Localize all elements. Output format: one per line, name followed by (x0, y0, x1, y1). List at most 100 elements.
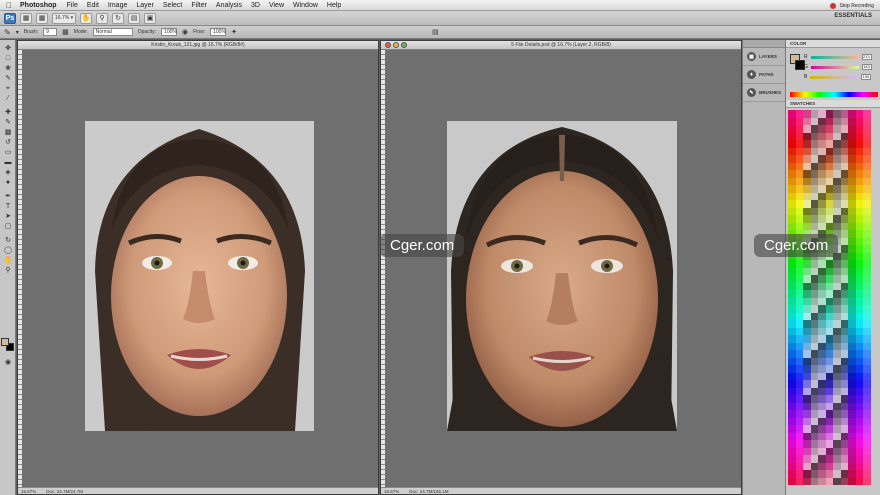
color-swatch[interactable] (788, 177, 796, 185)
brush-size-picker[interactable]: 9 (43, 28, 58, 36)
color-swatch[interactable] (833, 200, 841, 208)
color-swatch[interactable] (810, 117, 818, 125)
color-swatch[interactable] (848, 447, 856, 455)
color-swatch[interactable] (855, 282, 863, 290)
paths-panel-button[interactable]: ✦ PATHS (743, 66, 785, 84)
color-swatch[interactable] (810, 462, 818, 470)
color-swatch[interactable] (803, 305, 811, 313)
color-swatch[interactable] (795, 110, 803, 118)
history-brush-tool-icon[interactable]: ↺ (3, 138, 13, 147)
color-swatch[interactable] (818, 110, 826, 118)
color-swatch[interactable] (840, 380, 848, 388)
color-swatch[interactable] (795, 357, 803, 365)
color-swatch[interactable] (803, 417, 811, 425)
color-swatch[interactable] (840, 282, 848, 290)
zoom-percentage[interactable]: 16.67% (384, 489, 399, 494)
color-swatch[interactable] (788, 282, 796, 290)
color-swatch[interactable] (863, 417, 871, 425)
move-tool-icon[interactable]: ✥ (3, 44, 13, 53)
color-swatch[interactable] (863, 110, 871, 118)
hand-tool-icon[interactable]: ✋ (3, 256, 13, 265)
color-swatch[interactable] (825, 462, 833, 470)
color-swatch[interactable] (810, 162, 818, 170)
color-swatch[interactable] (863, 237, 871, 245)
color-swatch[interactable] (863, 245, 871, 253)
color-swatch[interactable] (840, 200, 848, 208)
color-swatch[interactable] (803, 312, 811, 320)
color-swatch[interactable] (795, 155, 803, 163)
color-swatch[interactable] (833, 132, 841, 140)
color-swatch[interactable] (833, 425, 841, 433)
brush-tool-icon[interactable]: ✎ (3, 118, 13, 127)
color-swatch[interactable] (788, 455, 796, 463)
color-swatch[interactable] (833, 155, 841, 163)
color-swatch[interactable] (840, 425, 848, 433)
color-swatch[interactable] (825, 387, 833, 395)
zoom-window-icon[interactable] (401, 42, 407, 48)
color-swatch[interactable] (795, 417, 803, 425)
color-swatch[interactable] (840, 117, 848, 125)
color-swatch[interactable] (825, 372, 833, 380)
color-swatch[interactable] (803, 327, 811, 335)
color-swatch[interactable] (833, 125, 841, 133)
color-swatch[interactable] (825, 200, 833, 208)
color-swatch[interactable] (825, 282, 833, 290)
document-size-info[interactable]: Doc: 24.7M/24.7M (46, 489, 83, 494)
color-swatch[interactable] (788, 147, 796, 155)
color-swatch[interactable] (825, 177, 833, 185)
menu-filter[interactable]: Filter (191, 2, 207, 9)
color-swatch[interactable] (795, 200, 803, 208)
color-swatch[interactable] (810, 177, 818, 185)
color-swatch[interactable] (788, 387, 796, 395)
color-swatch[interactable] (855, 365, 863, 373)
green-track[interactable] (810, 65, 859, 69)
clone-source-icon[interactable]: ▤ (432, 28, 439, 36)
color-swatch[interactable] (825, 477, 833, 485)
color-swatch[interactable] (818, 470, 826, 478)
color-swatch[interactable] (810, 155, 818, 163)
color-swatch[interactable] (810, 365, 818, 373)
color-swatch[interactable] (788, 380, 796, 388)
color-swatch[interactable] (840, 267, 848, 275)
color-swatch[interactable] (863, 147, 871, 155)
color-swatch[interactable] (788, 477, 796, 485)
green-slider[interactable]: G 183 (804, 64, 872, 70)
color-swatch[interactable] (803, 342, 811, 350)
color-swatch[interactable] (818, 192, 826, 200)
color-swatch[interactable] (848, 110, 856, 118)
color-swatch[interactable] (840, 395, 848, 403)
color-swatch[interactable] (810, 350, 818, 358)
color-swatch[interactable] (810, 342, 818, 350)
color-swatch[interactable] (825, 470, 833, 478)
color-swatch[interactable] (825, 267, 833, 275)
color-swatch[interactable] (863, 432, 871, 440)
color-swatch[interactable] (795, 170, 803, 178)
color-swatch[interactable] (855, 462, 863, 470)
color-swatch[interactable] (848, 222, 856, 230)
gradient-tool-icon[interactable]: ▬ (3, 158, 13, 167)
color-swatch[interactable] (825, 432, 833, 440)
color-swatch[interactable] (825, 290, 833, 298)
color-swatch[interactable] (818, 380, 826, 388)
color-swatch[interactable] (788, 335, 796, 343)
color-swatch[interactable] (803, 170, 811, 178)
color-swatch[interactable] (840, 462, 848, 470)
menu-view[interactable]: View (269, 2, 284, 9)
color-swatch[interactable] (795, 462, 803, 470)
color-swatch[interactable] (848, 275, 856, 283)
color-swatch[interactable] (803, 447, 811, 455)
color-swatch[interactable] (818, 290, 826, 298)
color-swatch[interactable] (803, 185, 811, 193)
red-value[interactable]: 213 (861, 54, 872, 60)
color-swatch[interactable] (840, 372, 848, 380)
color-swatch[interactable] (795, 470, 803, 478)
color-swatch[interactable] (803, 207, 811, 215)
color-swatch[interactable] (848, 380, 856, 388)
color-swatch[interactable] (825, 312, 833, 320)
color-swatch[interactable] (863, 207, 871, 215)
color-swatch[interactable] (840, 125, 848, 133)
color-swatch[interactable] (848, 117, 856, 125)
color-swatch[interactable] (863, 342, 871, 350)
color-swatch[interactable] (818, 335, 826, 343)
color-swatch[interactable] (795, 215, 803, 223)
